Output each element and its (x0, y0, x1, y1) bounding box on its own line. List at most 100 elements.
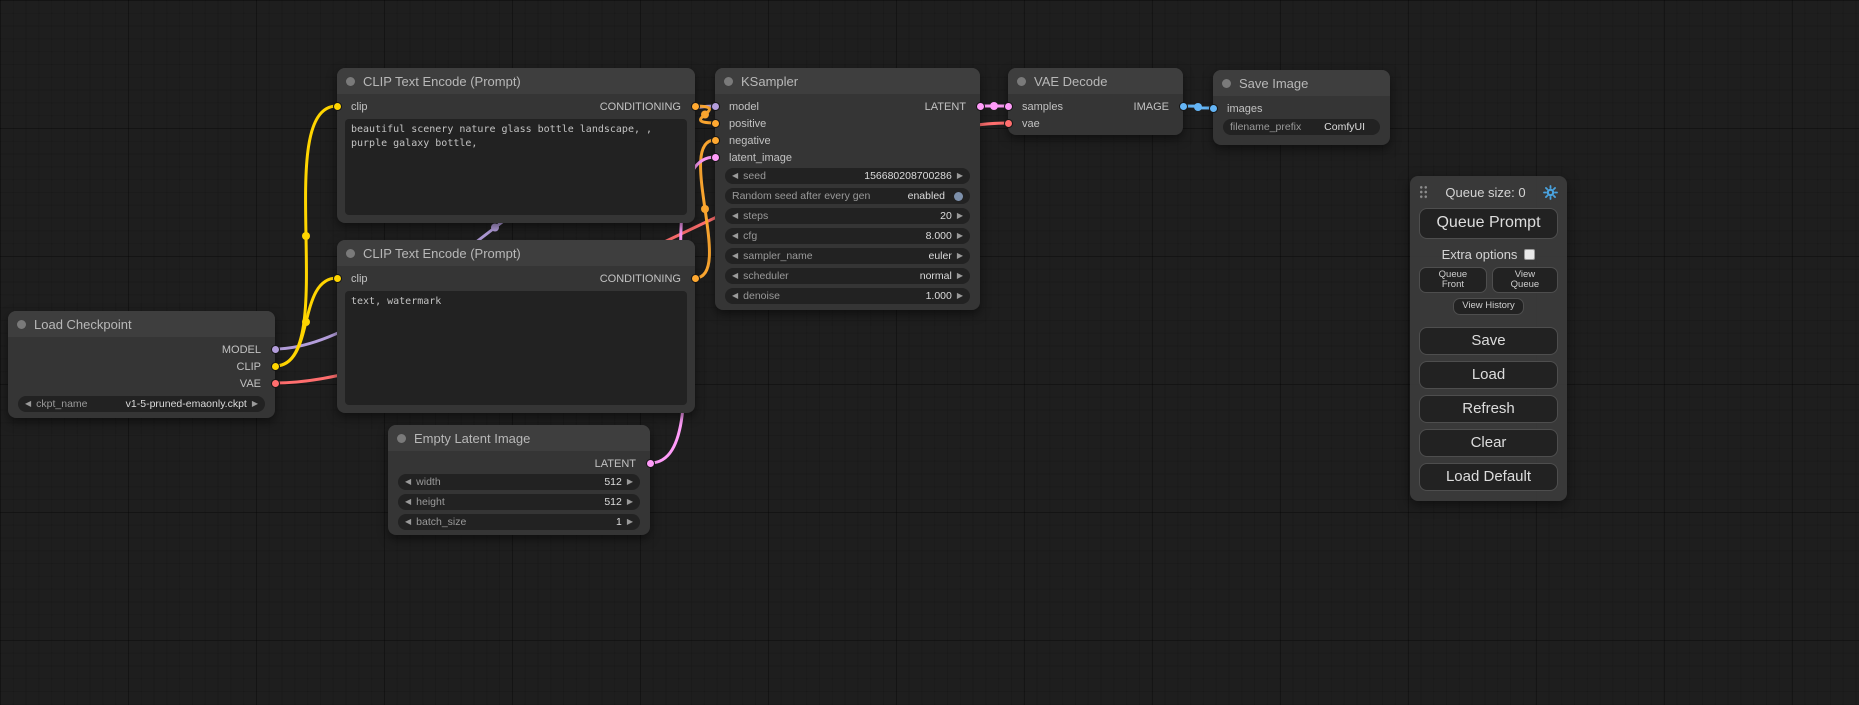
widget-cfg[interactable]: ◀ cfg 8.000 ▶ (725, 228, 970, 244)
link-midpoint-dot[interactable] (302, 232, 310, 240)
decrement-arrow-icon[interactable]: ◀ (732, 212, 738, 220)
decrement-arrow-icon[interactable]: ◀ (732, 232, 738, 240)
widget-seed[interactable]: ◀ seed 156680208700286 ▶ (725, 168, 970, 184)
output-slot-model[interactable]: MODEL (8, 341, 275, 358)
input-dot-samples[interactable] (1004, 102, 1013, 111)
increment-arrow-icon[interactable]: ▶ (957, 252, 963, 260)
refresh-button[interactable]: Refresh (1419, 395, 1558, 423)
input-dot-clip[interactable] (333, 102, 342, 111)
increment-arrow-icon[interactable]: ▶ (627, 498, 633, 506)
input-dot-vae[interactable] (1004, 119, 1013, 128)
output-dot-conditioning[interactable] (691, 102, 700, 111)
node-clip-text-encode-negative[interactable]: CLIP Text Encode (Prompt) clip CONDITION… (337, 240, 695, 413)
output-slot-vae[interactable]: VAE (8, 375, 275, 392)
widget-width[interactable]: ◀ width 512 ▶ (398, 474, 640, 490)
input-slot-images[interactable]: images (1213, 100, 1390, 117)
output-dot-model[interactable] (271, 345, 280, 354)
link-midpoint-dot[interactable] (302, 318, 310, 326)
node-title-bar[interactable]: Load Checkpoint (8, 311, 275, 337)
node-title-bar[interactable]: KSampler (715, 68, 980, 94)
input-dot-clip[interactable] (333, 274, 342, 283)
widget-random-seed-toggle[interactable]: Random seed after every gen enabled (725, 188, 970, 204)
collapse-toggle-icon[interactable] (397, 434, 406, 443)
settings-gear-icon[interactable] (1543, 185, 1558, 200)
node-title-bar[interactable]: Empty Latent Image (388, 425, 650, 451)
increment-arrow-icon[interactable]: ▶ (627, 518, 633, 526)
queue-front-button[interactable]: Queue Front (1419, 267, 1487, 293)
node-empty-latent-image[interactable]: Empty Latent Image LATENT ◀ width 512 ▶ … (388, 425, 650, 535)
decrement-arrow-icon[interactable]: ◀ (732, 272, 738, 280)
save-button[interactable]: Save (1419, 327, 1558, 355)
link-midpoint-dot[interactable] (701, 205, 709, 213)
widget-filename-prefix[interactable]: filename_prefix ComfyUI (1223, 119, 1380, 135)
widget-height[interactable]: ◀ height 512 ▶ (398, 494, 640, 510)
widget-ckpt-name[interactable]: ◀ ckpt_name v1-5-pruned-emaonly.ckpt ▶ (18, 396, 265, 412)
collapse-toggle-icon[interactable] (1222, 79, 1231, 88)
slot-row-model-latent[interactable]: model LATENT (715, 98, 980, 115)
output-dot-image[interactable] (1179, 102, 1188, 111)
extra-options-checkbox[interactable] (1524, 249, 1535, 260)
output-dot-conditioning[interactable] (691, 274, 700, 283)
input-dot-positive[interactable] (711, 119, 720, 128)
node-vae-decode[interactable]: VAE Decode samples IMAGE vae (1008, 68, 1183, 135)
input-dot-model[interactable] (711, 102, 720, 111)
increment-arrow-icon[interactable]: ▶ (957, 212, 963, 220)
node-clip-text-encode-positive[interactable]: CLIP Text Encode (Prompt) clip CONDITION… (337, 68, 695, 223)
increment-arrow-icon[interactable]: ▶ (957, 292, 963, 300)
link-midpoint-dot[interactable] (491, 224, 499, 232)
node-title-bar[interactable]: CLIP Text Encode (Prompt) (337, 68, 695, 94)
increment-arrow-icon[interactable]: ▶ (957, 172, 963, 180)
load-default-button[interactable]: Load Default (1419, 463, 1558, 491)
widget-sampler-name[interactable]: ◀ sampler_name euler ▶ (725, 248, 970, 264)
node-ksampler[interactable]: KSampler model LATENT positive negative … (715, 68, 980, 310)
widget-denoise[interactable]: ◀ denoise 1.000 ▶ (725, 288, 970, 304)
view-queue-button[interactable]: View Queue (1492, 267, 1558, 293)
increment-arrow-icon[interactable]: ▶ (957, 272, 963, 280)
decrement-arrow-icon[interactable]: ◀ (405, 498, 411, 506)
decrement-arrow-icon[interactable]: ◀ (732, 172, 738, 180)
collapse-toggle-icon[interactable] (724, 77, 733, 86)
output-slot-clip[interactable]: CLIP (8, 358, 275, 375)
decrement-arrow-icon[interactable]: ◀ (405, 518, 411, 526)
collapse-toggle-icon[interactable] (346, 249, 355, 258)
increment-arrow-icon[interactable]: ▶ (252, 400, 258, 408)
collapse-toggle-icon[interactable] (1017, 77, 1026, 86)
input-dot-latent-image[interactable] (711, 153, 720, 162)
link-midpoint-dot[interactable] (701, 111, 709, 119)
output-dot-vae[interactable] (271, 379, 280, 388)
output-dot-clip[interactable] (271, 362, 280, 371)
link-midpoint-dot[interactable] (990, 102, 998, 110)
load-button[interactable]: Load (1419, 361, 1558, 389)
input-dot-negative[interactable] (711, 136, 720, 145)
output-dot-latent[interactable] (976, 102, 985, 111)
node-graph-canvas[interactable]: Load Checkpoint MODEL CLIP VAE ◀ ckpt_na… (0, 0, 1859, 705)
link-midpoint-dot[interactable] (1194, 103, 1202, 111)
increment-arrow-icon[interactable]: ▶ (957, 232, 963, 240)
decrement-arrow-icon[interactable]: ◀ (405, 478, 411, 486)
output-dot-latent[interactable] (646, 459, 655, 468)
collapse-toggle-icon[interactable] (346, 77, 355, 86)
decrement-arrow-icon[interactable]: ◀ (732, 292, 738, 300)
input-slot-negative[interactable]: negative (715, 132, 980, 149)
slot-row-clip-conditioning[interactable]: clip CONDITIONING (337, 270, 695, 287)
widget-steps[interactable]: ◀ steps 20 ▶ (725, 208, 970, 224)
increment-arrow-icon[interactable]: ▶ (627, 478, 633, 486)
node-title-bar[interactable]: Save Image (1213, 70, 1390, 96)
decrement-arrow-icon[interactable]: ◀ (732, 252, 738, 260)
clear-button[interactable]: Clear (1419, 429, 1558, 457)
input-slot-latent-image[interactable]: latent_image (715, 149, 980, 166)
node-load-checkpoint[interactable]: Load Checkpoint MODEL CLIP VAE ◀ ckpt_na… (8, 311, 275, 418)
drag-handle-icon[interactable] (1419, 185, 1428, 199)
node-save-image[interactable]: Save Image images filename_prefix ComfyU… (1213, 70, 1390, 145)
input-slot-vae[interactable]: vae (1008, 115, 1183, 132)
queue-prompt-button[interactable]: Queue Prompt (1419, 208, 1558, 239)
widget-batch-size[interactable]: ◀ batch_size 1 ▶ (398, 514, 640, 530)
output-slot-latent[interactable]: LATENT (388, 455, 650, 472)
input-dot-images[interactable] (1209, 104, 1218, 113)
widget-scheduler[interactable]: ◀ scheduler normal ▶ (725, 268, 970, 284)
positive-prompt-textarea[interactable]: beautiful scenery nature glass bottle la… (345, 119, 687, 215)
node-title-bar[interactable]: CLIP Text Encode (Prompt) (337, 240, 695, 266)
node-title-bar[interactable]: VAE Decode (1008, 68, 1183, 94)
negative-prompt-textarea[interactable]: text, watermark (345, 291, 687, 405)
collapse-toggle-icon[interactable] (17, 320, 26, 329)
